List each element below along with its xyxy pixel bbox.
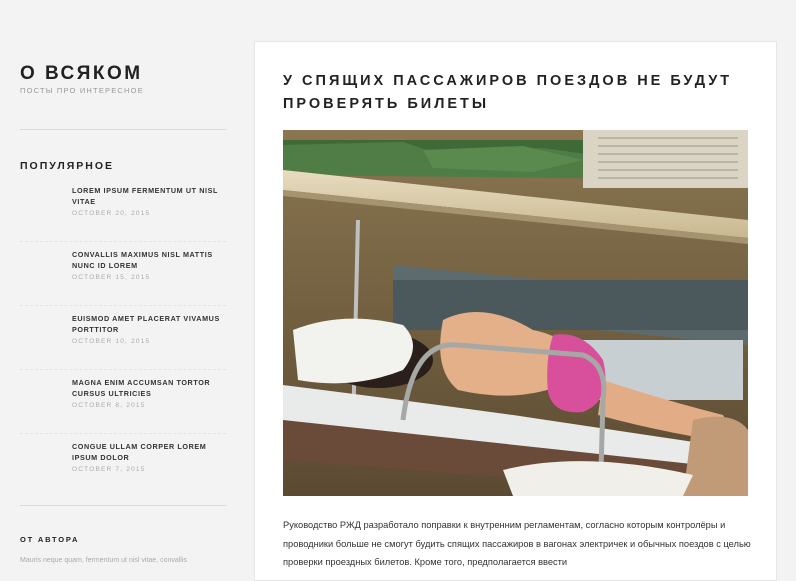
popular-post-link[interactable]: CONVALLIS MAXIMUS NISL MATTIS NUNC ID LO… (72, 249, 222, 271)
list-item: LOREM IPSUM FERMENTUM UT NISL VITAE OCTO… (20, 178, 226, 242)
post-date: OCTOBER 10, 2015 (72, 338, 151, 345)
author-widget-title: ОТ АВТОРА (20, 535, 80, 544)
popular-post-link[interactable]: EUISMOD AMET PLACERAT VIVAMUS PORTTITOR (72, 313, 222, 335)
post-image (283, 130, 748, 496)
list-item: MAGNA ENIM ACCUMSAN TORTOR CURSUS ULTRIC… (20, 370, 226, 434)
popular-post-link[interactable]: LOREM IPSUM FERMENTUM UT NISL VITAE (72, 185, 222, 207)
post-thumbnail[interactable] (20, 246, 60, 286)
post-thumbnail[interactable] (20, 310, 60, 350)
divider (20, 505, 226, 506)
popular-posts-list: LOREM IPSUM FERMENTUM UT NISL VITAE OCTO… (20, 178, 226, 498)
list-item: CONVALLIS MAXIMUS NISL MATTIS NUNC ID LO… (20, 242, 226, 306)
post-thumbnail[interactable] (20, 374, 60, 414)
list-item: EUISMOD AMET PLACERAT VIVAMUS PORTTITOR … (20, 306, 226, 370)
post-thumbnail[interactable] (20, 438, 60, 478)
popular-widget-title: ПОПУЛЯРНОЕ (20, 160, 115, 172)
post-title[interactable]: У СПЯЩИХ ПАССАЖИРОВ ПОЕЗДОВ НЕ БУДУТ ПРО… (283, 70, 753, 116)
post-date: OCTOBER 8, 2015 (72, 402, 146, 409)
sidebar: О ВСЯКОМ ПОСТЫ ПРО ИНТЕРЕСНОЕ ПОПУЛЯРНОЕ… (20, 0, 226, 564)
post-thumbnail[interactable] (20, 182, 60, 222)
post-date: OCTOBER 20, 2015 (72, 210, 151, 217)
post-date: OCTOBER 15, 2015 (72, 274, 151, 281)
post-body-text: Руководство РЖД разработало поправки к в… (283, 520, 751, 567)
site-description: ПОСТЫ ПРО ИНТЕРЕСНОЕ (20, 86, 144, 95)
divider (20, 129, 226, 130)
site-title[interactable]: О ВСЯКОМ (20, 63, 143, 85)
post-article: У СПЯЩИХ ПАССАЖИРОВ ПОЕЗДОВ НЕ БУДУТ ПРО… (254, 41, 777, 581)
post-date: OCTOBER 7, 2015 (72, 466, 146, 473)
author-text: Mauris neque quam, fermentum ut nisl vit… (20, 557, 187, 564)
popular-post-link[interactable]: CONGUE ULLAM CORPER LOREM IPSUM DOLOR (72, 441, 222, 463)
popular-post-link[interactable]: MAGNA ENIM ACCUMSAN TORTOR CURSUS ULTRIC… (72, 377, 222, 399)
list-item: CONGUE ULLAM CORPER LOREM IPSUM DOLOR OC… (20, 434, 226, 498)
